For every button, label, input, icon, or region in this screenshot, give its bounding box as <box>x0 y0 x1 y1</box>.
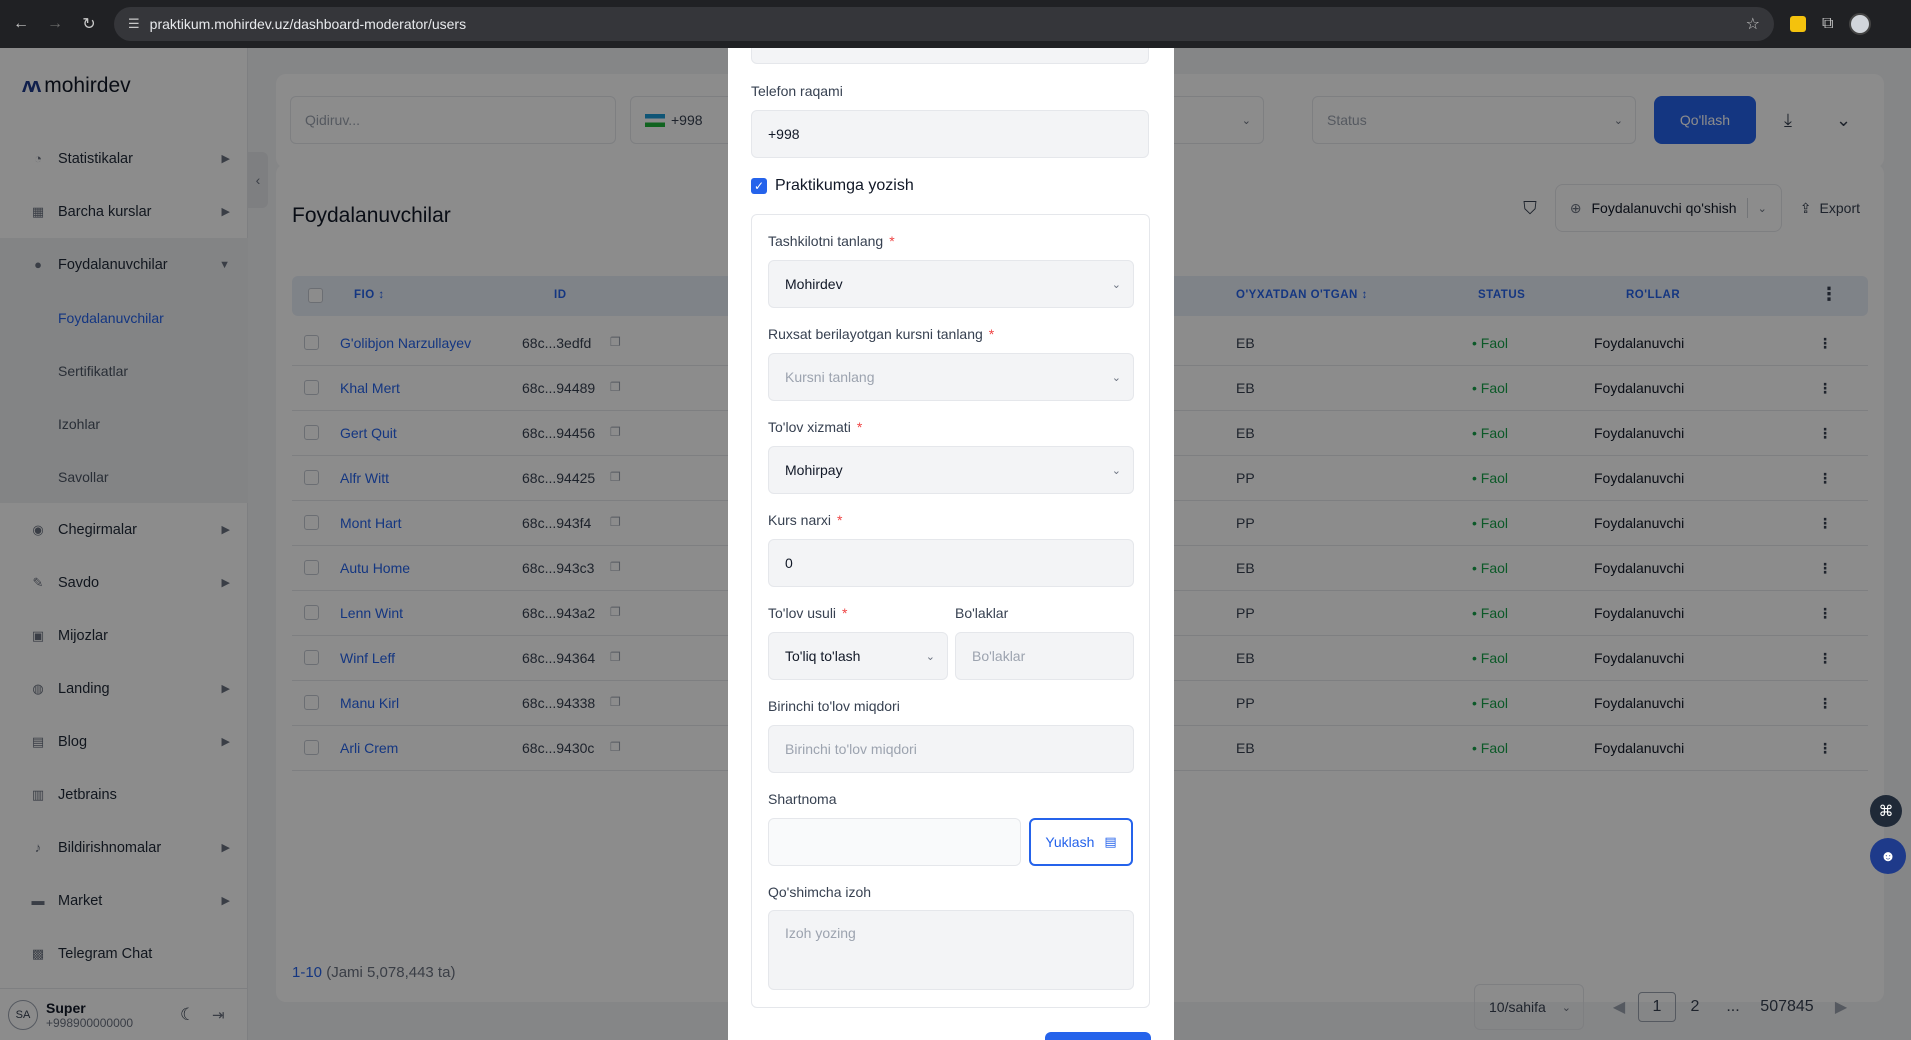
contract-file-field[interactable] <box>768 818 1021 866</box>
payment-service-label: To'lov xizmati * <box>768 419 863 435</box>
chevron-down-icon: ⌄ <box>1111 464 1121 477</box>
extension-icon[interactable] <box>1790 16 1806 32</box>
profile-avatar[interactable] <box>1849 13 1872 35</box>
payment-method-value: To'liq to'lash <box>785 648 861 664</box>
checkmark-icon: ✓ <box>751 178 767 194</box>
payment-method-select[interactable]: To'liq to'lash ⌄ <box>768 632 948 680</box>
upload-button[interactable]: Yuklash ▤ <box>1029 818 1133 866</box>
address-bar[interactable]: ☰ praktikum.mohirdev.uz/dashboard-modera… <box>114 7 1774 41</box>
org-label: Tashkilotni tanlang * <box>768 233 895 249</box>
note-textarea[interactable]: Izoh yozing <box>768 910 1134 990</box>
chevron-down-icon: ⌄ <box>1111 278 1121 291</box>
contract-label: Shartnoma <box>768 791 837 807</box>
practicum-checkbox-label: Praktikumga yozish <box>775 177 914 194</box>
url-text: praktikum.mohirdev.uz/dashboard-moderato… <box>149 16 467 32</box>
phone-label: Telefon raqami <box>751 83 843 99</box>
payment-service-value: Mohirpay <box>785 462 843 478</box>
payment-method-label: To'lov usuli * <box>768 605 848 621</box>
forward-icon[interactable]: → <box>40 9 70 39</box>
payment-service-select[interactable]: Mohirpay ⌄ <box>768 446 1134 494</box>
chevron-down-icon: ⌄ <box>925 650 935 663</box>
parts-label: Bo'laklar <box>955 605 1009 621</box>
add-user-modal: Telefon raqami +998 ✓ Praktikumga yozish… <box>728 48 1174 1040</box>
previous-field[interactable] <box>751 48 1149 64</box>
practicum-checkbox[interactable]: ✓ Praktikumga yozish <box>751 177 914 195</box>
bookmark-star-icon[interactable]: ☆ <box>1746 14 1760 34</box>
org-value: Mohirdev <box>785 276 843 292</box>
browser-toolbar: ← → ↻ ☰ praktikum.mohirdev.uz/dashboard-… <box>0 0 1911 48</box>
site-settings-icon[interactable]: ☰ <box>128 16 140 32</box>
file-icon: ▤ <box>1104 834 1117 849</box>
back-icon[interactable]: ← <box>6 9 36 39</box>
course-placeholder: Kursni tanlang <box>785 369 875 385</box>
price-label: Kurs narxi * <box>768 512 843 528</box>
org-select[interactable]: Mohirdev ⌄ <box>768 260 1134 308</box>
command-icon[interactable]: ⌘ <box>1870 795 1902 827</box>
reload-icon[interactable]: ↻ <box>74 9 104 39</box>
course-label: Ruxsat berilayotgan kursni tanlang * <box>768 326 995 342</box>
note-label: Qo'shimcha izoh <box>768 884 872 900</box>
course-select[interactable]: Kursni tanlang ⌄ <box>768 353 1134 401</box>
first-payment-field[interactable]: Birinchi to'lov miqdori <box>768 725 1134 773</box>
first-payment-label: Birinchi to'lov miqdori <box>768 698 900 714</box>
extensions-puzzle-icon[interactable]: ⧉ <box>1822 15 1833 33</box>
upload-label: Yuklash <box>1045 834 1095 850</box>
submit-button[interactable] <box>1045 1032 1151 1040</box>
chevron-down-icon: ⌄ <box>1111 371 1121 384</box>
chat-bot-icon[interactable]: ☻ <box>1870 838 1906 874</box>
parts-field[interactable]: Bo'laklar <box>955 632 1134 680</box>
phone-field[interactable]: +998 <box>751 110 1149 158</box>
price-field[interactable]: 0 <box>768 539 1134 587</box>
